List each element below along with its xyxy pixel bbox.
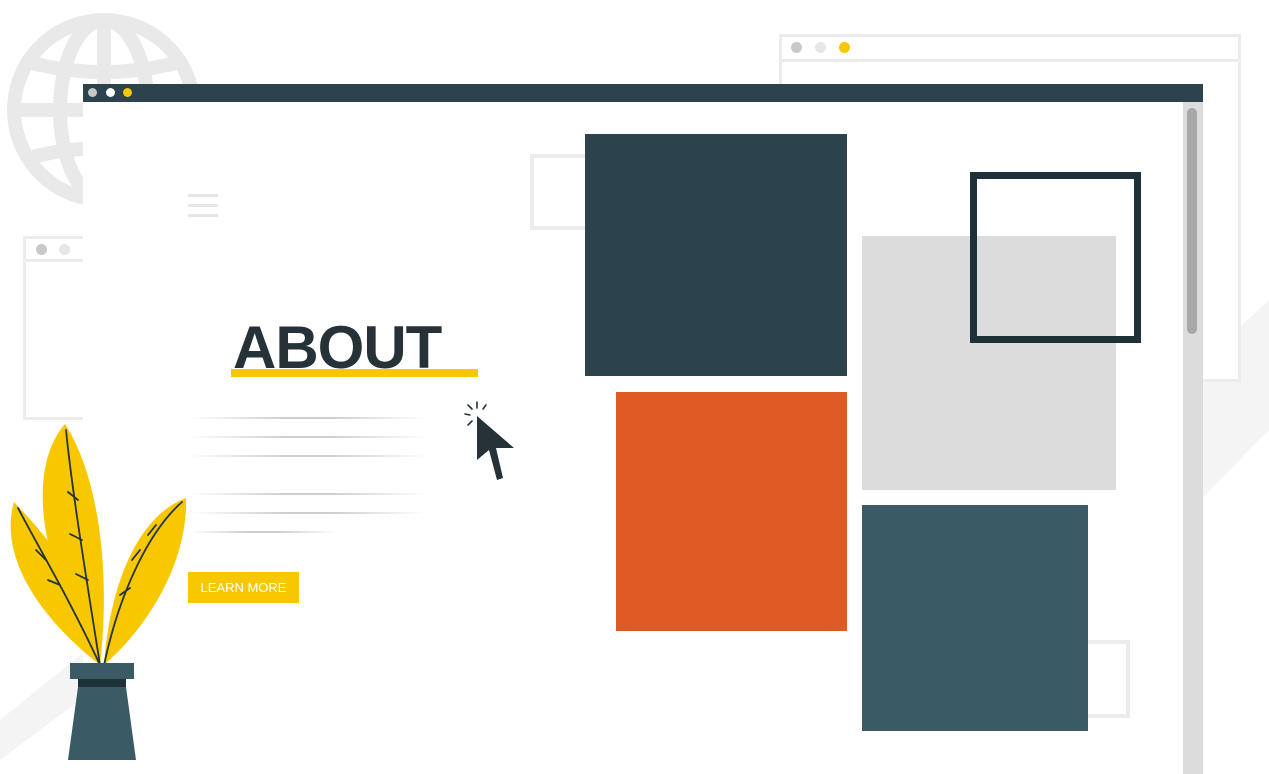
hamburger-menu-icon[interactable] — [188, 194, 218, 220]
window-dot-icon — [36, 244, 47, 255]
scrollbar-thumb[interactable] — [1187, 108, 1197, 334]
background-window-titlebar — [782, 37, 1238, 62]
learn-more-button[interactable]: LEARN MORE — [188, 572, 299, 603]
image-tile-orange[interactable] — [616, 392, 847, 631]
cursor-click-icon — [464, 401, 514, 480]
outline-square-decor — [530, 154, 590, 230]
window-minimize-dot-icon[interactable] — [106, 88, 115, 97]
image-tile-dark[interactable] — [585, 134, 847, 376]
window-dot-icon — [59, 244, 70, 255]
frame-outline-decor — [970, 172, 1141, 343]
browser-window: ABOUT LEARN MORE — [83, 84, 1203, 774]
window-dot-icon — [839, 42, 850, 53]
image-tile-slate[interactable] — [862, 505, 1088, 731]
window-maximize-dot-icon[interactable] — [123, 88, 132, 97]
browser-titlebar — [83, 84, 1203, 102]
plant-illustration — [10, 424, 187, 760]
window-close-dot-icon[interactable] — [88, 88, 97, 97]
window-dot-icon — [791, 42, 802, 53]
window-dot-icon — [815, 42, 826, 53]
page-title: ABOUT — [233, 314, 442, 381]
